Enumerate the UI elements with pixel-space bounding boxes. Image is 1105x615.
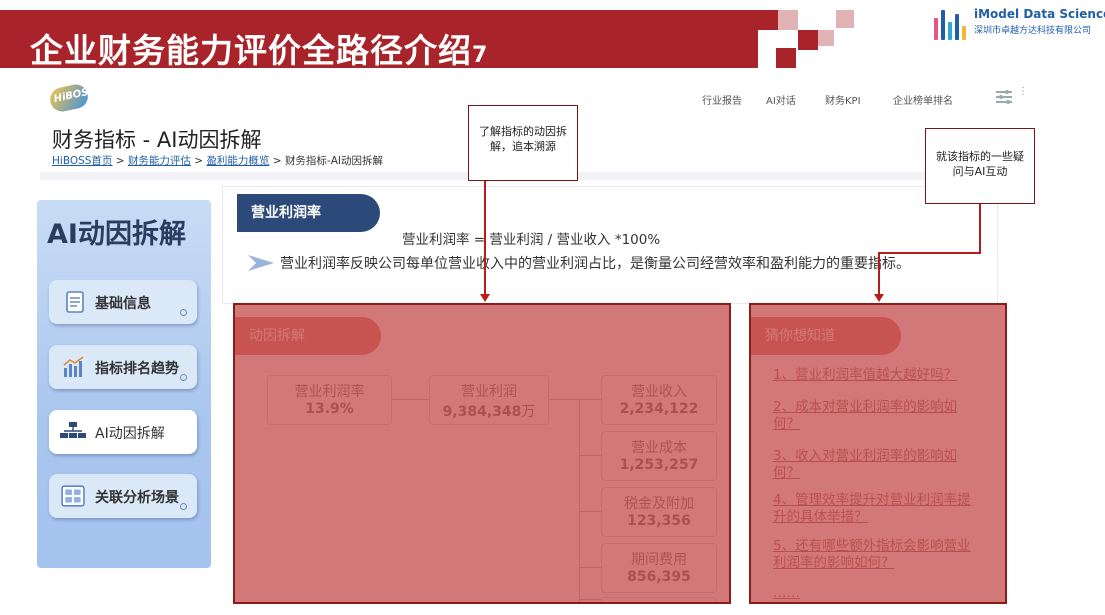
node-name: 期间费用 bbox=[631, 552, 687, 568]
node-name: 营业利润率 bbox=[294, 384, 365, 400]
decor-square bbox=[778, 10, 798, 30]
node-leaf[interactable]: 营业收入 2,234,122 bbox=[601, 375, 717, 425]
sidebar-title: AI动因拆解 bbox=[47, 219, 186, 250]
brand-subtitle: 深圳市卓越方达科技有限公司 bbox=[974, 26, 1092, 36]
slide-title: 企业财务能力评价全路径介绍7 bbox=[30, 31, 489, 70]
tab-operating-margin[interactable]: 营业利润率 bbox=[237, 194, 380, 232]
breadcrumb-financial-evaluation[interactable]: 财务能力评估 bbox=[128, 155, 191, 167]
breadcrumb-home[interactable]: HiBOSS首页 bbox=[52, 155, 112, 167]
node-value: 123,356 bbox=[627, 513, 691, 529]
node-leaf[interactable]: 税金及附加 123,356 bbox=[601, 487, 717, 537]
callout-arrow bbox=[979, 204, 981, 254]
nav-ai-chat[interactable]: AI对话 bbox=[766, 92, 796, 107]
sidebar-item-ranking-trend[interactable]: 指标排名趋势 bbox=[49, 345, 197, 389]
tree-connector bbox=[579, 567, 601, 568]
info-dot-icon bbox=[180, 503, 187, 510]
tree-connector bbox=[579, 599, 601, 600]
question-link[interactable]: 5、还有哪些额外指标会影响营业利润率的影响如何？ bbox=[773, 538, 983, 572]
metric-formula: 营业利润率 = 营业利润 / 营业收入 *100% bbox=[402, 232, 661, 248]
tab-breakdown[interactable]: 动因拆解 bbox=[235, 317, 381, 355]
callout-arrow bbox=[878, 252, 880, 295]
sidebar-item-label: AI动因拆解 bbox=[95, 426, 165, 442]
logo-text: HiBOSS bbox=[52, 85, 97, 106]
settings-sliders-icon[interactable] bbox=[996, 90, 1012, 104]
node-value: 2,234,122 bbox=[619, 401, 699, 417]
title-banner: 企业财务能力评价全路径介绍7 bbox=[0, 10, 758, 70]
tree-connector bbox=[579, 399, 601, 400]
decor-square bbox=[798, 30, 818, 50]
arrow-head-icon bbox=[874, 294, 884, 302]
sidebar: AI动因拆解 基础信息 指标排名趋势 AI动因拆解 关联分析场景 bbox=[37, 200, 211, 568]
nav-finance-kpi[interactable]: 财务KPI bbox=[825, 92, 861, 107]
question-link[interactable]: 1、营业利润率值越大越好吗？ bbox=[773, 367, 983, 384]
node-leaf[interactable]: 期间费用 856,395 bbox=[601, 543, 717, 593]
breadcrumb-current: 财务指标-AI动因拆解 bbox=[284, 155, 384, 167]
sidebar-item-label: 基础信息 bbox=[95, 296, 151, 312]
breadcrumb-profitability-overview[interactable]: 盈利能力概览 bbox=[206, 155, 269, 167]
questions-panel: 猜你想知道 1、营业利润率值越大越好吗？ 2、成本对营业利润率的影响如何？ 3、… bbox=[749, 303, 1007, 604]
node-value: 1,253,257 bbox=[619, 457, 699, 473]
tree-connector bbox=[549, 399, 579, 400]
decor-square bbox=[836, 10, 854, 28]
node-value: 13.9% bbox=[305, 401, 354, 417]
question-link[interactable]: 4、管理效率提升对营业利润率提升的具体举措？ bbox=[773, 492, 983, 526]
info-dot-icon bbox=[180, 309, 187, 316]
question-link[interactable]: 3、收入对营业利润率的影响如何？ bbox=[773, 448, 983, 482]
node-root[interactable]: 营业利润率 13.9% bbox=[267, 375, 392, 425]
decor-square bbox=[776, 48, 796, 68]
breadcrumb-separator: > bbox=[194, 155, 204, 167]
node-name: 营业成本 bbox=[631, 440, 687, 456]
tree-connector bbox=[392, 399, 429, 400]
callout-questions: 就该指标的一些疑问与AI互动 bbox=[925, 128, 1035, 204]
breakdown-panel: 动因拆解 营业利润率 13.9% 营业利润 9,384,348万 营业收入 2,… bbox=[233, 303, 731, 604]
metric-description: 营业利润率反映公司每单位营业收入中的营业利润占比，是衡量公司经营效率和盈利能力的… bbox=[280, 256, 910, 272]
sidebar-item-ai-breakdown[interactable]: AI动因拆解 bbox=[49, 410, 197, 454]
sidebar-item-label: 关联分析场景 bbox=[95, 490, 179, 506]
node-value: 856,395 bbox=[627, 569, 691, 585]
brand-bars-icon bbox=[934, 6, 968, 40]
node-leaf-partial bbox=[601, 597, 717, 602]
node-value: 9,384,348万 bbox=[442, 404, 536, 420]
callout-arrow bbox=[878, 252, 981, 254]
slide: 企业财务能力评价全路径介绍7 iModel Data Science 深圳市卓越… bbox=[0, 0, 1105, 615]
brand-name: iModel Data Science bbox=[974, 7, 1105, 21]
breadcrumb-separator: > bbox=[272, 155, 282, 167]
decor-square bbox=[818, 30, 834, 46]
breadcrumb-separator: > bbox=[115, 155, 125, 167]
node-name: 税金及附加 bbox=[624, 496, 694, 512]
sidebar-item-label: 指标排名趋势 bbox=[95, 361, 179, 377]
chevron-arrow-icon bbox=[248, 255, 274, 271]
sidebar-item-basic-info[interactable]: 基础信息 bbox=[49, 280, 197, 324]
node-name: 营业收入 bbox=[631, 384, 687, 400]
question-link[interactable]: 2、成本对营业利润率的影响如何？ bbox=[773, 399, 983, 433]
org-tree-icon bbox=[60, 422, 86, 438]
sidebar-item-correlation-scenarios[interactable]: 关联分析场景 bbox=[49, 474, 197, 518]
dashboard-icon bbox=[61, 485, 85, 507]
hiboss-logo[interactable]: HiBOSS bbox=[47, 82, 96, 114]
callout-breakdown: 了解指标的动因拆解，追本溯源 bbox=[468, 105, 578, 181]
tree-connector bbox=[579, 511, 601, 512]
more-menu-icon[interactable]: ⋮ bbox=[1018, 86, 1028, 97]
node-name: 营业利润 bbox=[461, 384, 517, 400]
bar-chart-icon bbox=[63, 356, 84, 377]
question-more[interactable]: …… bbox=[773, 585, 983, 602]
info-dot-icon bbox=[180, 374, 187, 381]
nav-company-ranking[interactable]: 企业榜单排名 bbox=[893, 92, 953, 107]
node-operating-profit[interactable]: 营业利润 9,384,348万 bbox=[429, 375, 549, 425]
decor-square bbox=[758, 10, 778, 30]
document-icon bbox=[66, 291, 84, 313]
nav-industry-report[interactable]: 行业报告 bbox=[702, 92, 742, 107]
arrow-head-icon bbox=[480, 294, 490, 302]
breadcrumb: HiBOSS首页 > 财务能力评估 > 盈利能力概览 > 财务指标-AI动因拆解 bbox=[52, 153, 383, 168]
tree-connector bbox=[579, 455, 601, 456]
node-leaf[interactable]: 营业成本 1,253,257 bbox=[601, 431, 717, 481]
page-title: 财务指标 - AI动因拆解 bbox=[52, 128, 262, 152]
brand-logo: iModel Data Science 深圳市卓越方达科技有限公司 bbox=[934, 4, 1105, 44]
callout-arrow bbox=[484, 181, 486, 295]
tree-connector bbox=[579, 399, 580, 602]
tab-you-may-ask[interactable]: 猜你想知道 bbox=[751, 317, 901, 355]
